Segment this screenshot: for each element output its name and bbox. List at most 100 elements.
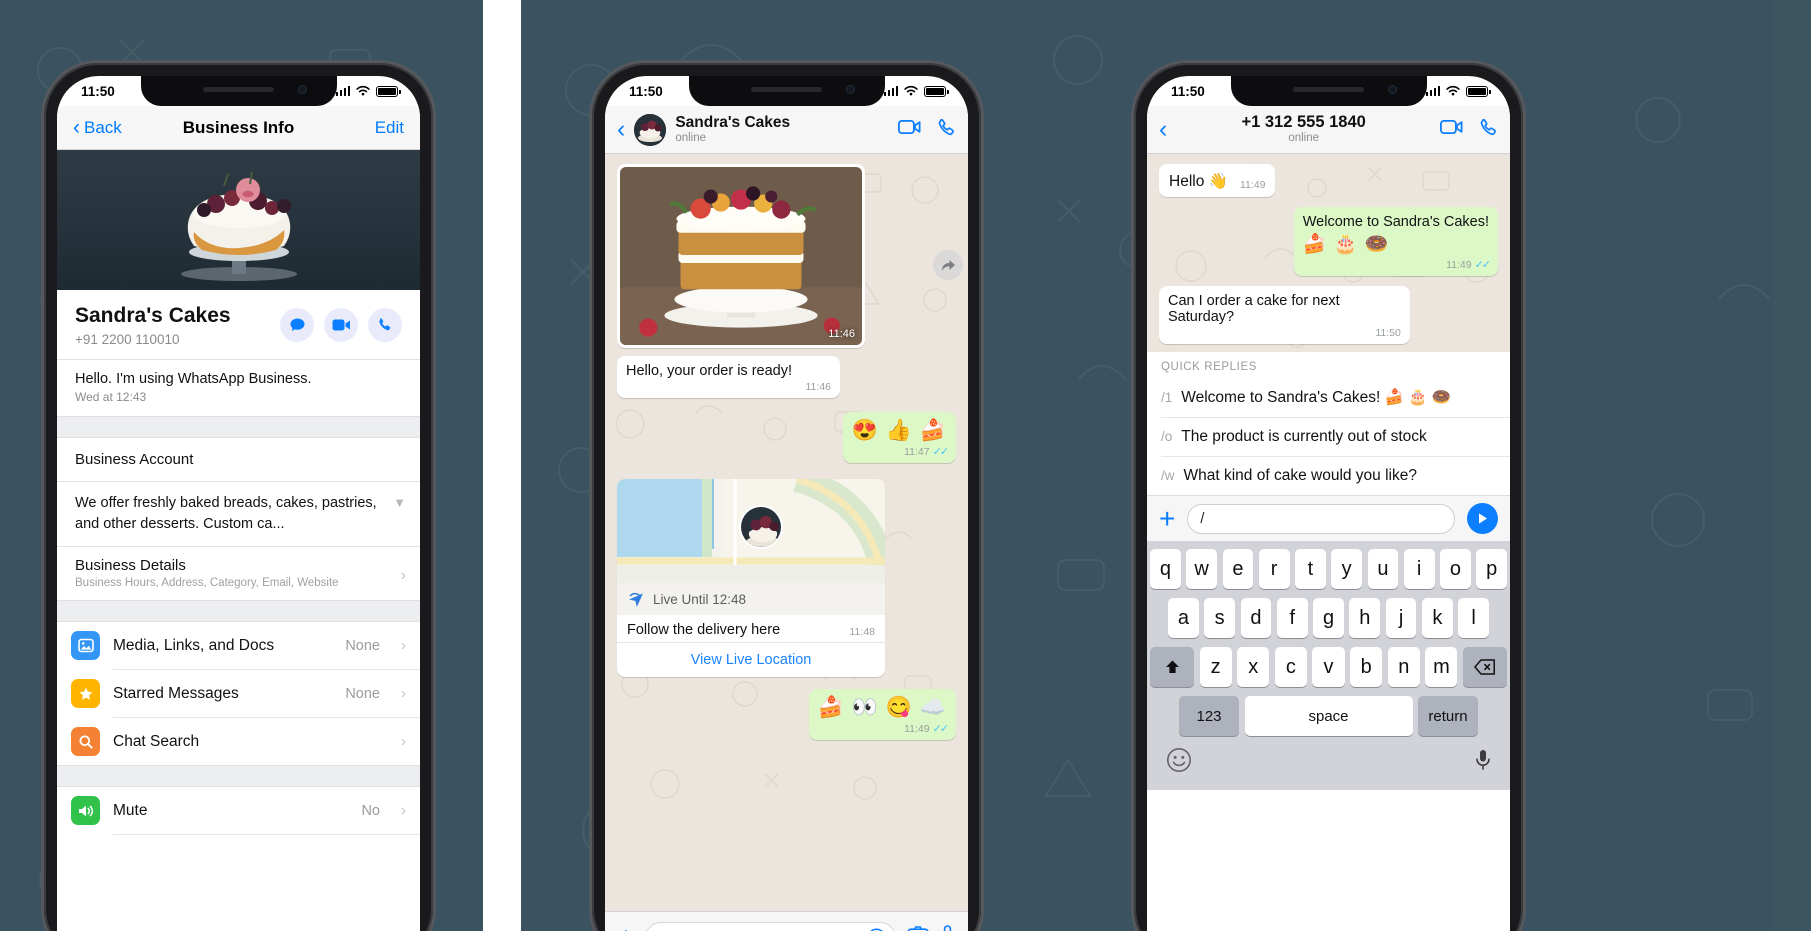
key-p[interactable]: p <box>1476 549 1507 589</box>
key-s[interactable]: s <box>1204 598 1236 638</box>
chat-header-meta[interactable]: +1 312 555 1840 online <box>1176 113 1431 145</box>
key-x[interactable]: x <box>1237 647 1270 687</box>
voice-call-button[interactable] <box>368 308 402 342</box>
business-actions <box>280 308 402 342</box>
voice-message-button[interactable] <box>940 925 955 931</box>
video-call-button[interactable] <box>324 308 358 342</box>
chat-search-row[interactable]: Chat Search › <box>57 718 420 765</box>
forward-button[interactable] <box>933 250 963 280</box>
back-button[interactable]: ‹ <box>1159 117 1167 142</box>
outgoing-message[interactable]: Welcome to Sandra's Cakes! 🍰 🎂 🍩 11:49 ✓✓ <box>1293 207 1498 276</box>
key-t[interactable]: t <box>1295 549 1326 589</box>
message-button[interactable] <box>280 308 314 342</box>
attach-button[interactable]: + <box>1159 504 1175 533</box>
location-map[interactable] <box>617 479 885 585</box>
key-c[interactable]: c <box>1274 647 1307 687</box>
key-a[interactable]: a <box>1167 598 1199 638</box>
message-input[interactable]: / <box>1187 503 1455 534</box>
key-g[interactable]: g <box>1313 598 1344 638</box>
cover-photo[interactable] <box>57 150 420 290</box>
quick-reply-code: /o <box>1161 429 1173 444</box>
row-separator <box>113 834 420 836</box>
camera-button[interactable] <box>907 926 929 931</box>
key-m[interactable]: m <box>1425 647 1458 687</box>
business-account-row[interactable]: Business Account <box>57 438 420 481</box>
message-input[interactable] <box>644 921 896 931</box>
chevron-down-icon[interactable]: ▼ <box>393 494 406 512</box>
attach-button[interactable]: + <box>618 924 634 931</box>
battery-icon <box>376 85 401 97</box>
mic-icon[interactable] <box>1475 749 1491 776</box>
key-r[interactable]: r <box>1258 549 1290 589</box>
voice-call-button[interactable] <box>1479 118 1498 142</box>
key-y[interactable]: y <box>1331 549 1362 589</box>
business-description-row[interactable]: We offer freshly baked breads, cakes, pa… <box>57 481 420 546</box>
business-details-row[interactable]: Business Details Business Hours, Address… <box>57 546 420 600</box>
backspace-icon[interactable] <box>1462 647 1507 687</box>
media-links-docs-row[interactable]: Media, Links, and Docs None › <box>57 622 420 669</box>
key-q[interactable]: q <box>1150 549 1181 589</box>
incoming-message[interactable]: Can I order a cake for next Saturday? 11… <box>1159 286 1410 344</box>
camera-icon <box>907 926 929 931</box>
key-u[interactable]: u <box>1367 549 1399 589</box>
quick-reply-text: The product is currently out of stock <box>1181 428 1427 445</box>
edit-button[interactable]: Edit <box>375 118 404 138</box>
key-n[interactable]: n <box>1387 647 1420 687</box>
key-z[interactable]: z <box>1199 647 1232 687</box>
chat-contact-name: +1 312 555 1840 <box>1241 113 1366 132</box>
quick-reply-item-1[interactable]: /1 Welcome to Sandra's Cakes! 🍰 🎂 🍩 <box>1147 378 1510 417</box>
key-h[interactable]: h <box>1349 598 1381 638</box>
message-text: Hello, your order is ready! <box>626 363 793 379</box>
key-o[interactable]: o <box>1440 549 1471 589</box>
chat-header-actions <box>1439 118 1498 142</box>
key-l[interactable]: l <box>1458 598 1490 638</box>
chat-message-area: Hello 👋 11:49 Welcome to Sandra's Cakes!… <box>1147 154 1510 352</box>
video-call-button[interactable] <box>897 119 921 140</box>
key-e[interactable]: e <box>1222 549 1254 589</box>
avatar[interactable] <box>634 113 667 146</box>
key-w[interactable]: w <box>1186 549 1217 589</box>
view-live-location-button[interactable]: View Live Location <box>617 642 885 677</box>
starred-messages-row[interactable]: Starred Messages None › <box>57 670 420 717</box>
back-button[interactable]: ‹ <box>617 117 625 142</box>
message-text: Can I order a cake for next Saturday? <box>1168 293 1340 325</box>
key-k[interactable]: k <box>1421 598 1453 638</box>
media-links-docs-value: None <box>345 637 380 654</box>
key-v[interactable]: v <box>1312 647 1345 687</box>
keyboard-row-4: 123 space return <box>1150 696 1507 736</box>
wifi-icon <box>904 85 918 96</box>
key-d[interactable]: d <box>1240 598 1272 638</box>
back-button[interactable]: ‹ Back <box>73 117 122 138</box>
voice-call-button[interactable] <box>937 118 956 142</box>
incoming-message[interactable]: Hello, your order is ready! 11:46 <box>617 356 840 398</box>
location-message[interactable]: Live Until 12:48 Follow the delivery her… <box>617 479 956 677</box>
front-camera <box>298 85 308 94</box>
backdrop-gap-1 <box>483 0 521 931</box>
numbers-key[interactable]: 123 <box>1179 696 1239 736</box>
key-i[interactable]: i <box>1403 549 1435 589</box>
business-header: Sandra's Cakes +91 2200 110010 <box>57 290 420 359</box>
mute-row[interactable]: Mute No › <box>57 787 420 834</box>
quick-replies-panel: QUICK REPLIES /1 Welcome to Sandra's Cak… <box>1147 352 1510 495</box>
about-row[interactable]: Hello. I'm using WhatsApp Business. Wed … <box>57 359 420 416</box>
space-key[interactable]: space <box>1244 696 1413 736</box>
key-j[interactable]: j <box>1385 598 1417 638</box>
outgoing-message[interactable]: 🍰 👀 😋 ☁️ 11:49 ✓✓ <box>808 689 956 740</box>
quick-reply-item-3[interactable]: /w What kind of cake would you like? <box>1147 457 1510 495</box>
key-f[interactable]: f <box>1276 598 1308 638</box>
send-icon <box>1479 513 1487 524</box>
shift-icon[interactable] <box>1150 647 1194 687</box>
phone-quick-replies: 11:50 ‹ +1 312 555 1840 online Hello 👋 1… <box>1134 63 1523 931</box>
chat-navigation-bar: ‹ +1 312 555 1840 online <box>1147 106 1510 154</box>
message-composer: + / <box>1147 495 1510 541</box>
incoming-message[interactable]: Hello 👋 11:49 <box>1159 164 1276 197</box>
chat-header-meta[interactable]: Sandra's Cakes online <box>675 114 889 145</box>
outgoing-message[interactable]: 😍 👍 🍰 11:47 ✓✓ <box>842 412 956 463</box>
send-button[interactable] <box>1467 503 1498 534</box>
photo-message[interactable]: 11:46 <box>617 164 865 348</box>
emoji-icon[interactable] <box>1166 747 1192 778</box>
return-key[interactable]: return <box>1418 696 1478 736</box>
video-call-button[interactable] <box>1439 119 1463 140</box>
key-b[interactable]: b <box>1350 647 1383 687</box>
quick-reply-item-2[interactable]: /o The product is currently out of stock <box>1147 418 1510 456</box>
